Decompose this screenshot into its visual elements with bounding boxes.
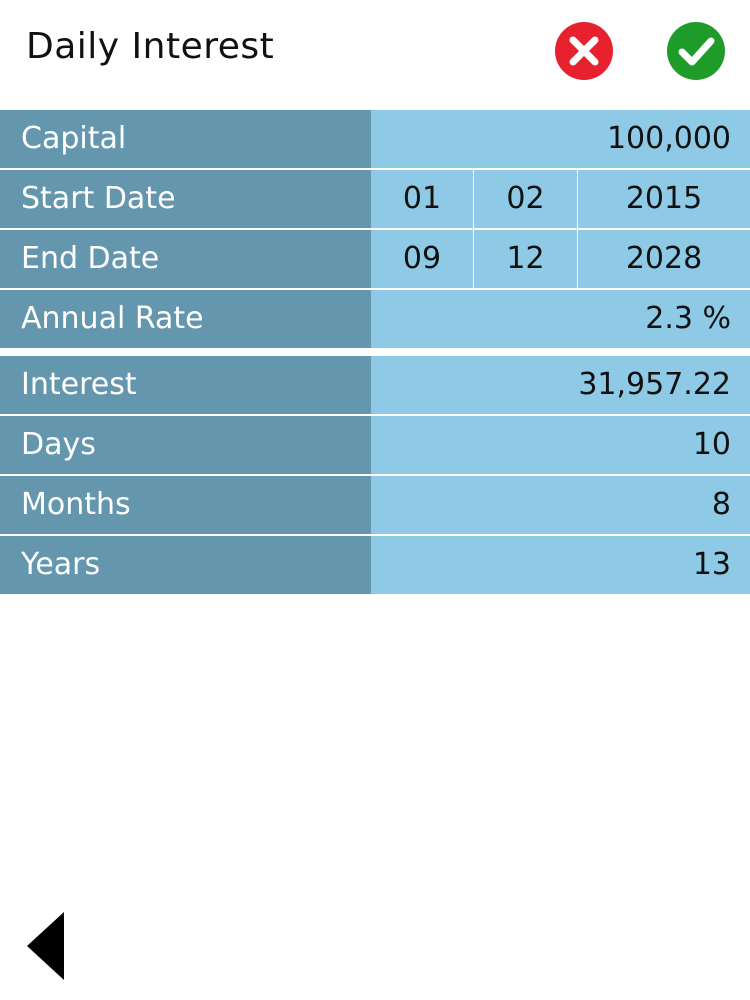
confirm-button[interactable] xyxy=(666,21,726,81)
check-circle-icon xyxy=(667,22,725,80)
interest-value: 31,957.22 xyxy=(371,356,750,414)
months-row: Months 8 xyxy=(0,476,750,536)
end-date-row: End Date 09 12 2028 xyxy=(0,230,750,290)
end-date-label: End Date xyxy=(0,230,371,288)
back-arrow-icon xyxy=(27,912,64,980)
days-row: Days 10 xyxy=(0,416,750,476)
years-row: Years 13 xyxy=(0,536,750,594)
start-year-field[interactable]: 2015 xyxy=(578,170,750,228)
months-value: 8 xyxy=(371,476,750,534)
annual-rate-field[interactable]: 2.3 % xyxy=(371,290,750,348)
start-month-field[interactable]: 02 xyxy=(474,170,578,228)
days-value: 10 xyxy=(371,416,750,474)
years-value: 13 xyxy=(371,536,750,594)
years-label: Years xyxy=(0,536,371,594)
annual-rate-label: Annual Rate xyxy=(0,290,371,348)
start-date-row: Start Date 01 02 2015 xyxy=(0,170,750,230)
start-date-fields: 01 02 2015 xyxy=(371,170,750,228)
start-day-field[interactable]: 01 xyxy=(371,170,474,228)
capital-field[interactable]: 100,000 xyxy=(371,110,750,168)
interest-label: Interest xyxy=(0,356,371,414)
start-date-label: Start Date xyxy=(0,170,371,228)
days-label: Days xyxy=(0,416,371,474)
end-year-field[interactable]: 2028 xyxy=(578,230,750,288)
capital-label: Capital xyxy=(0,110,371,168)
daily-interest-screen: Daily Interest Capital 100,000 Start Dat… xyxy=(0,0,750,1000)
end-date-fields: 09 12 2028 xyxy=(371,230,750,288)
results-section: Interest 31,957.22 Days 10 Months 8 Year… xyxy=(0,356,750,594)
capital-row: Capital 100,000 xyxy=(0,110,750,170)
annual-rate-row: Annual Rate 2.3 % xyxy=(0,290,750,348)
months-label: Months xyxy=(0,476,371,534)
header: Daily Interest xyxy=(0,0,750,108)
end-month-field[interactable]: 12 xyxy=(474,230,578,288)
end-day-field[interactable]: 09 xyxy=(371,230,474,288)
input-section: Capital 100,000 Start Date 01 02 2015 En… xyxy=(0,110,750,348)
page-title: Daily Interest xyxy=(26,26,275,67)
interest-row: Interest 31,957.22 xyxy=(0,356,750,416)
cancel-button[interactable] xyxy=(554,21,614,81)
close-circle-icon xyxy=(555,22,613,80)
back-button[interactable] xyxy=(24,910,68,982)
